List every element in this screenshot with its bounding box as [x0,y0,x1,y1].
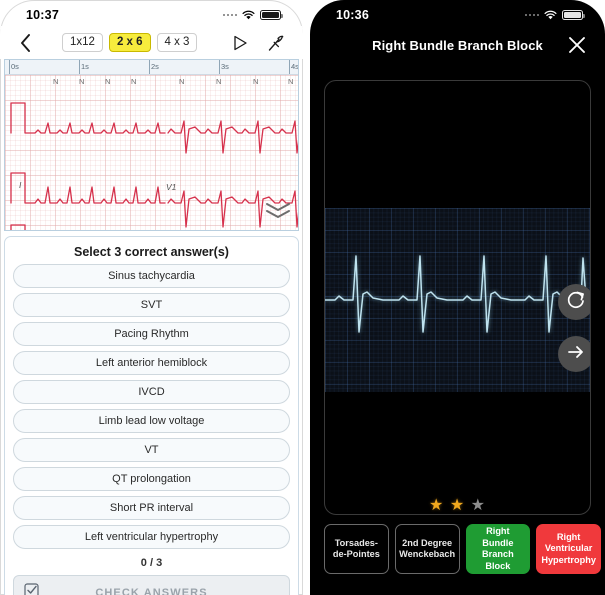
layout-segmented-control: 1x12 2 x 6 4 x 3 [62,32,198,53]
layout-option-4x3[interactable]: 4 x 3 [156,32,198,53]
option-label: Right Bundle Branch Block [482,526,514,571]
answer-option-qt-prolongation[interactable]: QT prolongation [13,467,290,491]
layout-option-1x12[interactable]: 1x12 [62,32,103,53]
right-phone-screen: 10:36 Right Bundle Branch Block ★ ★ ★ To… [310,0,605,595]
option-right-ventricular-hypertrophy[interactable]: Right Ventricular Hypertrophy [536,524,601,574]
ruler-label-0s: 0s [11,61,19,71]
ruler-label-4s: 4s [291,61,299,71]
status-indicators [524,9,585,21]
signal-dots-icon [524,13,539,17]
left-status-bar: 10:37 [0,0,303,26]
answer-count: 0 / 3 [140,557,163,569]
status-time: 10:36 [336,8,369,22]
ecg-waveform-rbbb [325,255,590,333]
lead-label-I: I [19,180,22,190]
play-icon[interactable] [229,32,251,54]
answer-option-left-ventricular-hypertrophy[interactable]: Left ventricular hypertrophy [13,525,290,549]
ecg-time-ruler: 0s 1s 2s 3s 4s [5,60,298,75]
diagnosis-title: Right Bundle Branch Block [372,37,543,53]
calipers-icon[interactable] [265,32,287,54]
status-indicators [222,9,283,21]
answer-option-pacing-rhythm[interactable]: Pacing Rhythm [13,322,290,346]
left-phone-screen: 10:37 1x12 2 x 6 4 x 3 0s 1s 2s 3s 4s N … [0,0,303,595]
chevron-double-down-icon[interactable] [265,202,291,224]
arrow-right-icon [566,342,586,367]
quiz-prompt: Select 3 correct answer(s) [74,245,229,259]
answer-option-short-pr-interval[interactable]: Short PR interval [13,496,290,520]
option-label: 2nd Degree Wenckebach [399,537,456,560]
status-time: 10:37 [26,8,59,22]
toolbar-actions [229,32,291,54]
star-filled-2: ★ [449,497,466,514]
answer-option-vt[interactable]: VT [13,438,290,462]
wifi-icon [242,10,255,20]
battery-icon [260,9,283,21]
answer-option-sinus-tachycardia[interactable]: Sinus tachycardia [13,264,290,288]
right-status-bar: 10:36 [310,0,605,26]
check-answers-button[interactable]: CHECK ANSWERS [13,575,290,595]
quiz-card: Select 3 correct answer(s) Sinus tachyca… [4,236,299,595]
answer-option-svt[interactable]: SVT [13,293,290,317]
ecg-toolbar: 1x12 2 x 6 4 x 3 [0,26,303,59]
option-torsades-de-pointes[interactable]: Torsades- de-Pointes [324,524,389,574]
ecg-strip-panel[interactable]: 0s 1s 2s 3s 4s N N N N N N N N I V1 [4,59,299,231]
ruler-label-2s: 2s [151,61,159,71]
chevron-left-icon[interactable] [14,32,36,54]
star-empty-3: ★ [470,497,486,514]
replay-icon [566,290,586,315]
diagnosis-options: Torsades- de-Pointes 2nd Degree Wenckeba… [324,524,601,574]
next-button[interactable] [558,336,590,372]
replay-button[interactable] [558,284,590,320]
ecg-viewer-card[interactable]: ★ ★ ★ [324,80,591,515]
battery-icon [562,9,585,21]
option-label: Right Ventricular Hypertrophy [541,531,596,565]
diagnosis-header: Right Bundle Branch Block [310,26,605,64]
ruler-label-1s: 1s [81,61,89,71]
answer-option-limb-lead-low-voltage[interactable]: Limb lead low voltage [13,409,290,433]
answer-option-ivcd[interactable]: IVCD [13,380,290,404]
lead-label-V1: V1 [166,182,177,192]
close-icon[interactable] [567,35,587,55]
checkbox-icon [24,583,39,595]
option-right-bundle-branch-block[interactable]: Right Bundle Branch Block [465,524,531,574]
answer-option-left-anterior-hemiblock[interactable]: Left anterior hemiblock [13,351,290,375]
dual-phone-screenshot: 10:37 1x12 2 x 6 4 x 3 0s 1s 2s 3s 4s N … [0,0,605,595]
difficulty-rating: ★ ★ ★ [325,498,590,514]
ecg-grid-band [325,208,590,392]
wifi-icon [544,10,557,20]
signal-dots-icon [222,13,237,17]
ruler-label-3s: 3s [221,61,229,71]
layout-option-2x6[interactable]: 2 x 6 [108,32,151,53]
check-answers-label: CHECK ANSWERS [95,587,208,595]
option-2nd-degree-wenckebach[interactable]: 2nd Degree Wenckebach [394,524,460,574]
ecg-waveform-traces [10,102,298,230]
star-filled-1: ★ [429,497,445,514]
option-label: Torsades- de-Pointes [332,537,380,560]
